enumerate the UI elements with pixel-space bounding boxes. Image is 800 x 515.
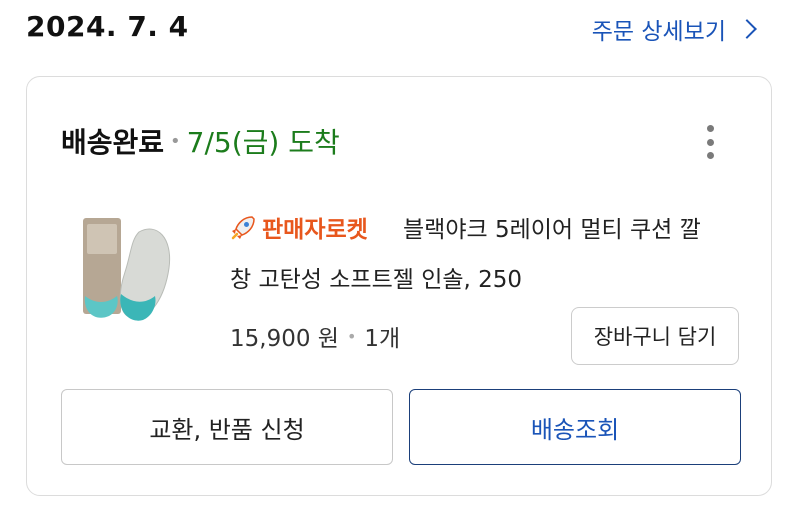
product-quantity: 1개 [364,326,401,352]
rocket-badge-label: 판매자로켓 [262,217,368,243]
product-title-line-1[interactable]: 블랙야크 5레이어 멀티 쿠션 깔 [403,210,701,244]
track-delivery-button[interactable]: 배송조회 [409,389,741,465]
return-exchange-button[interactable]: 교환, 반품 신청 [61,389,393,465]
chevron-right-icon [737,19,757,39]
separator-dot: • [170,130,181,152]
order-card: 배송완료 • 7/5(금) 도착 판매자로켓 블랙야크 5레이어 멀티 쿠션 깔… [26,76,772,496]
order-detail-link[interactable]: 주문 상세보기 [592,12,760,46]
arrival-date: 7/5(금) 도착 [186,126,340,159]
separator-dot: • [346,326,357,346]
rocket-icon [231,216,255,240]
order-date: 2024. 7. 4 [26,10,189,43]
more-options-icon[interactable] [705,125,715,159]
shipment-status: 배송완료 [61,126,165,159]
product-title-line-2[interactable]: 창 고탄성 소프트젤 인솔, 250 [230,260,522,294]
order-detail-label: 주문 상세보기 [591,19,726,45]
shipment-status-row: 배송완료 • 7/5(금) 도착 [61,121,340,161]
rocket-badge: 판매자로켓 [230,210,368,244]
add-to-cart-button[interactable]: 장바구니 담기 [571,307,739,365]
price-row: 15,900 원 • 1개 [230,319,400,353]
product-price: 15,900 원 [230,326,339,352]
insole-product-image[interactable] [77,212,187,332]
